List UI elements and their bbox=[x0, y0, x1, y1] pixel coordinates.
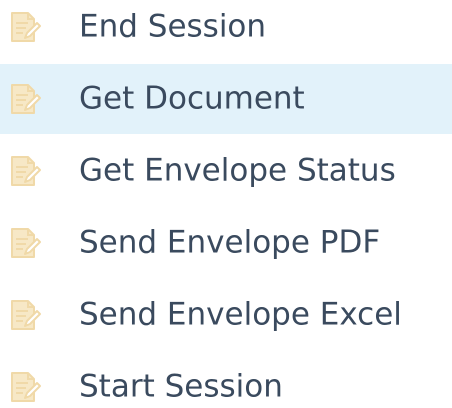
document-edit-icon bbox=[8, 10, 42, 44]
menu-item-label: Get Document bbox=[79, 80, 305, 117]
document-edit-icon bbox=[8, 298, 42, 332]
menu-item-label: Send Envelope Excel bbox=[79, 296, 402, 333]
document-edit-icon bbox=[8, 226, 42, 260]
menu-item-send-envelope-pdf[interactable]: Send Envelope PDF bbox=[0, 208, 452, 278]
document-edit-icon bbox=[8, 154, 42, 188]
menu-item-label: End Session bbox=[79, 8, 267, 45]
menu-item-start-session[interactable]: Start Session bbox=[0, 352, 452, 408]
menu-item-label: Start Session bbox=[79, 368, 283, 405]
action-list: End Session Get Document Get Envelope St… bbox=[0, 0, 452, 408]
document-edit-icon bbox=[8, 82, 42, 116]
menu-item-label: Send Envelope PDF bbox=[79, 224, 381, 261]
menu-item-send-envelope-excel[interactable]: Send Envelope Excel bbox=[0, 280, 452, 350]
menu-item-end-session[interactable]: End Session bbox=[0, 0, 452, 62]
menu-item-get-envelope-status[interactable]: Get Envelope Status bbox=[0, 136, 452, 206]
menu-item-label: Get Envelope Status bbox=[79, 152, 396, 189]
menu-item-get-document[interactable]: Get Document bbox=[0, 64, 452, 134]
document-edit-icon bbox=[8, 370, 42, 404]
